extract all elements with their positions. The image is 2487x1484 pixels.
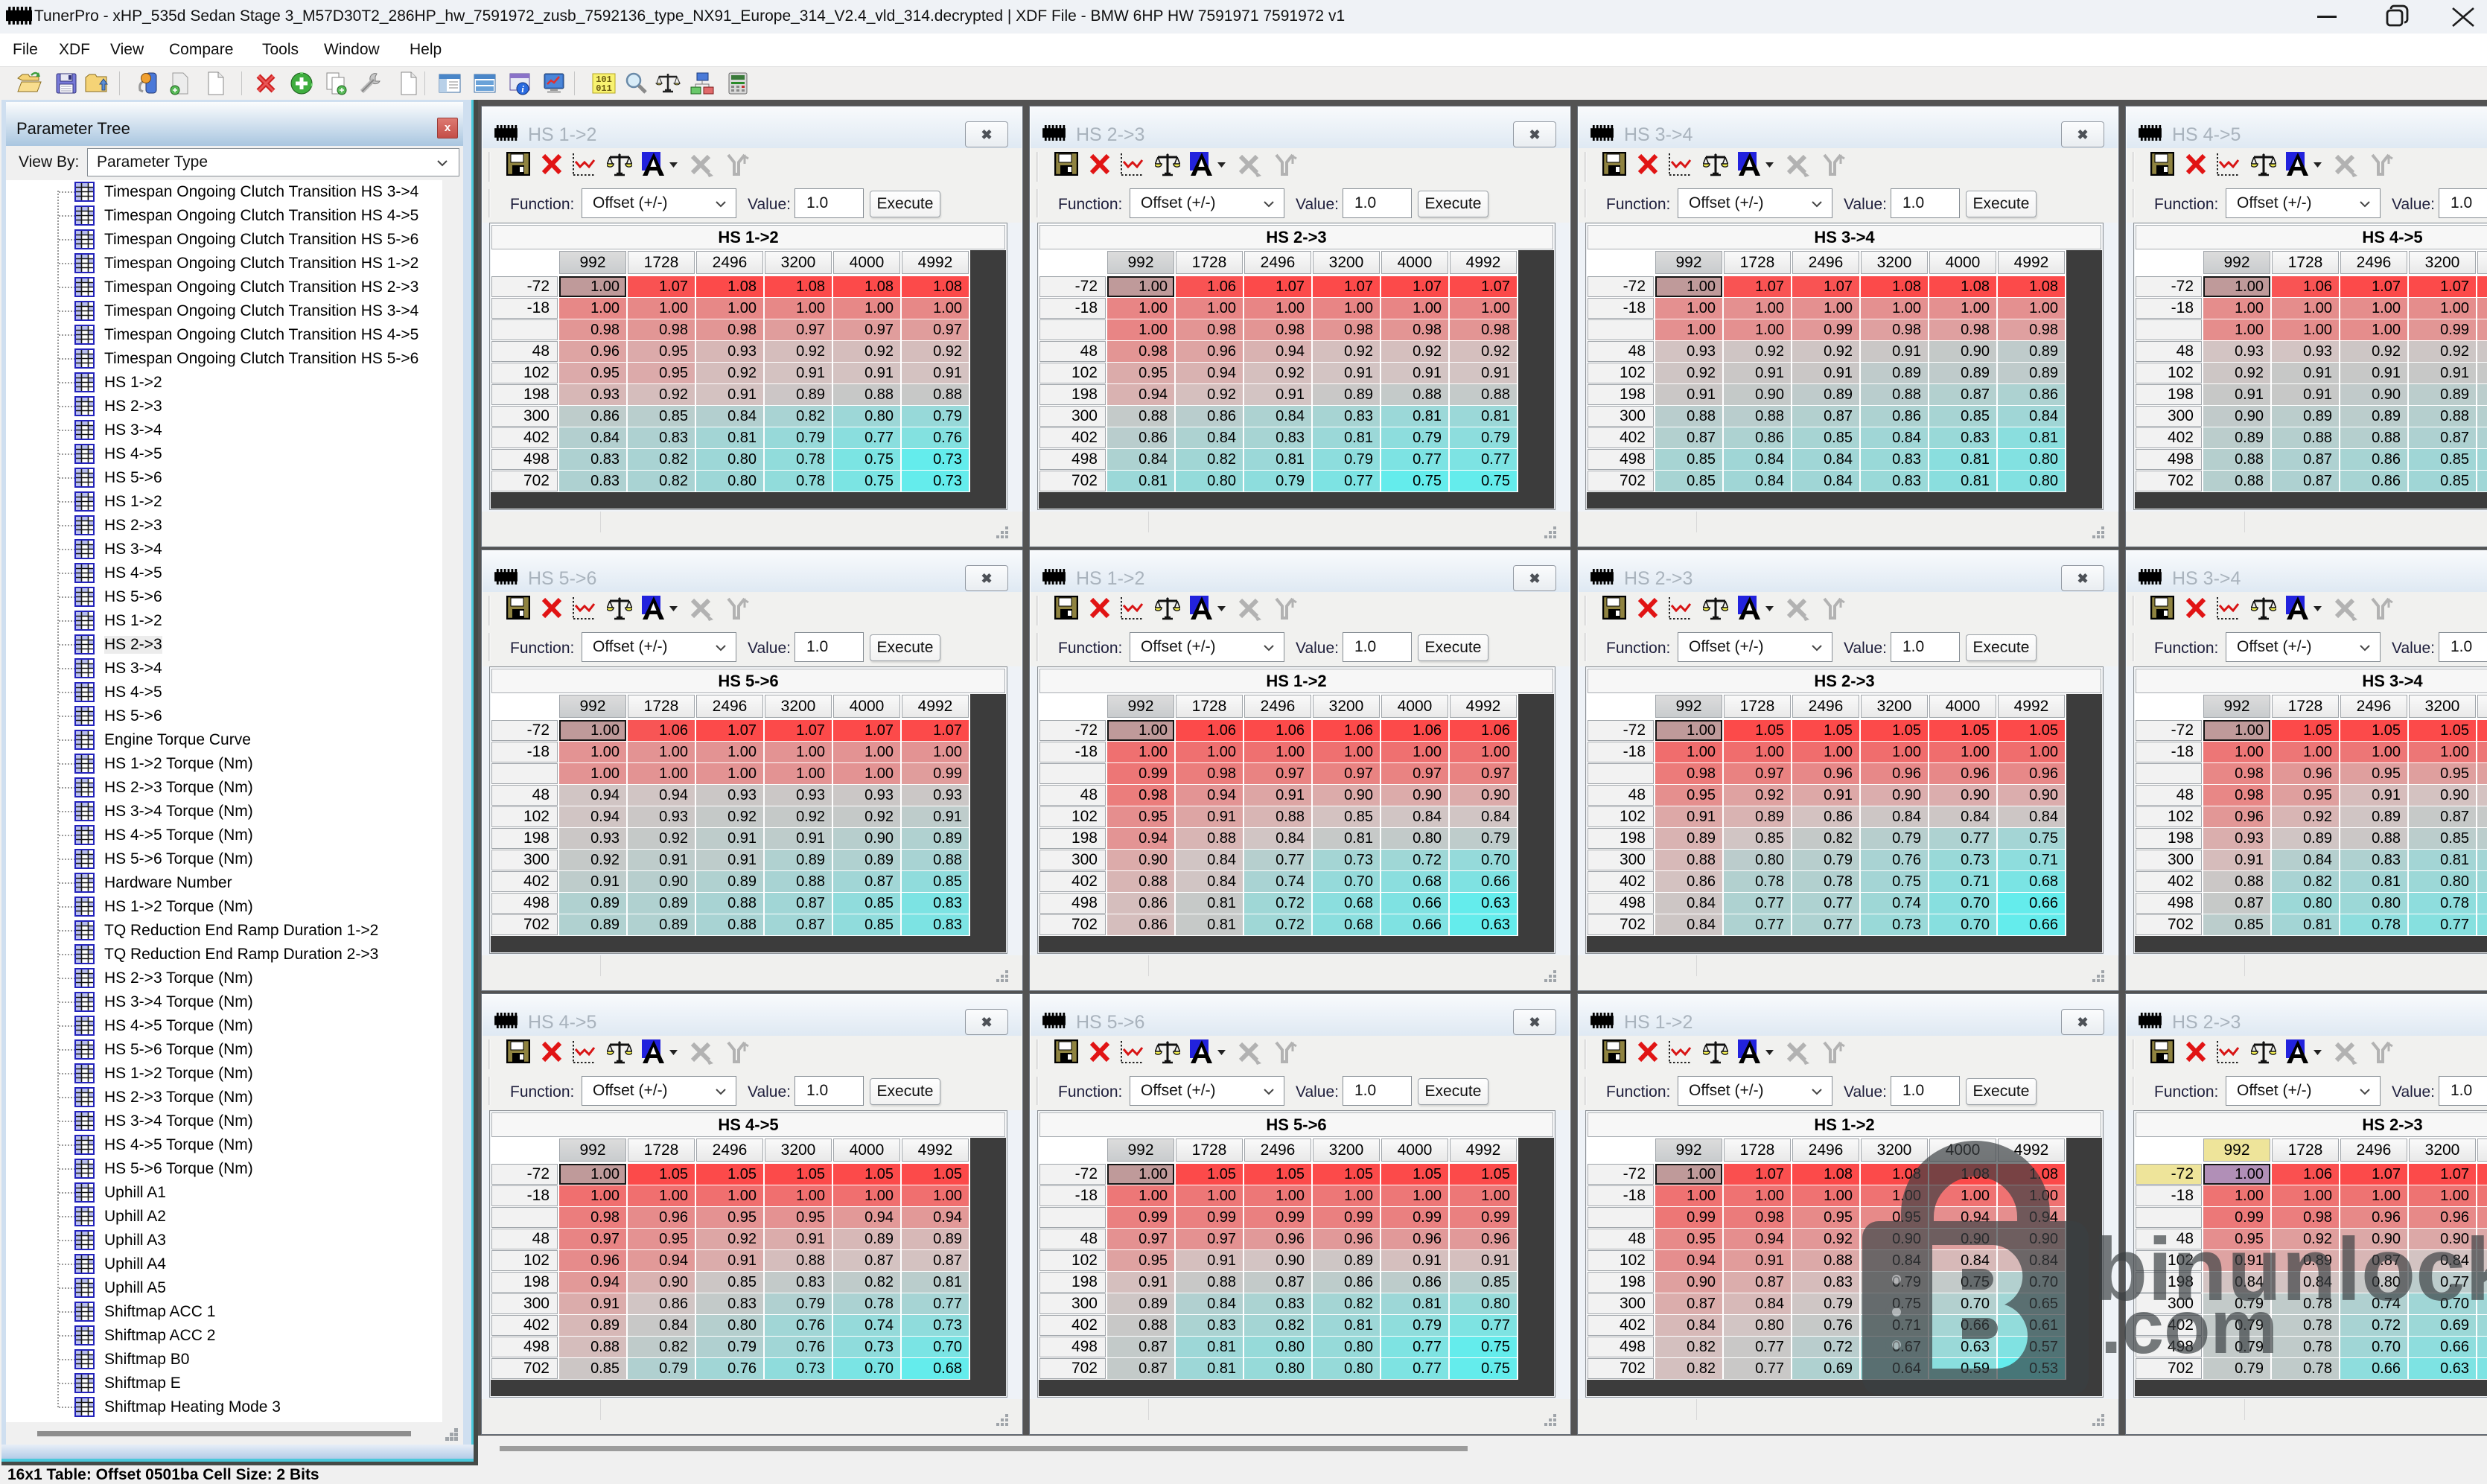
svg-text:i: i [521,83,524,95]
svg-text:011: 011 [596,83,612,94]
svg-text:.com: .com [2101,1284,2278,1369]
